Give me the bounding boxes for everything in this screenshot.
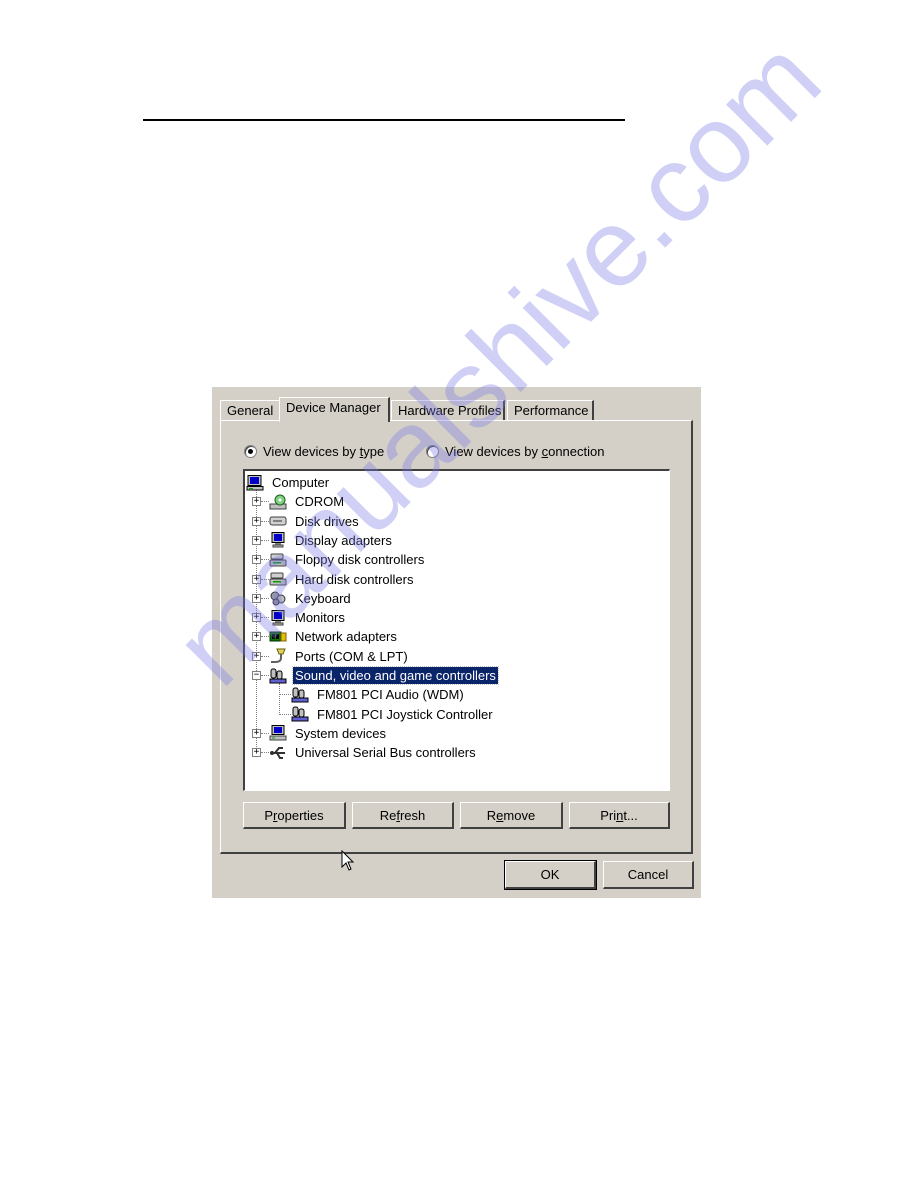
network-adapter-icon — [269, 631, 287, 642]
hard-disk-controller-icon — [269, 572, 287, 586]
tree-category-item[interactable]: Disk drives — [269, 512, 361, 531]
monitor-icon — [271, 609, 285, 626]
expand-toggle[interactable]: + — [252, 613, 261, 623]
tree-connector — [279, 683, 280, 713]
radio-view-by-type-label: View devices by type — [263, 444, 385, 459]
expand-toggle[interactable]: + — [252, 516, 261, 526]
cdrom-icon — [269, 494, 287, 510]
tree-category-item[interactable]: Network adapters — [269, 627, 399, 646]
ok-button[interactable]: OK — [504, 860, 597, 890]
device-manager-panel: View devices by type View devices by con… — [220, 420, 693, 854]
tree-category-item[interactable]: Monitors — [269, 608, 347, 627]
tree-node-label: Keyboard — [295, 590, 351, 606]
tree-node-label: Computer — [272, 475, 330, 490]
expand-toggle[interactable]: + — [252, 593, 261, 603]
properties-button[interactable]: Pr operties — [243, 802, 346, 829]
tree-category-item[interactable]: Hard disk controllers — [269, 570, 416, 589]
tree-category-item[interactable]: Floppy disk controllers — [269, 550, 426, 569]
sound-controller-icon — [269, 668, 287, 683]
expand-toggle[interactable]: + — [252, 555, 261, 565]
system-devices-icon — [269, 725, 287, 741]
tree-connector — [261, 578, 269, 580]
radio-view-by-connection[interactable]: View devices by connection — [426, 444, 604, 459]
refresh-button[interactable]: Re f resh — [352, 802, 454, 829]
tree-node-label: FM801 PCI Audio (WDM) — [317, 687, 464, 703]
tree-category-item[interactable]: System devices — [269, 724, 388, 743]
tree-device-item[interactable]: FM801 PCI Audio (WDM) — [291, 685, 466, 704]
disk-drive-icon — [269, 516, 287, 526]
expand-toggle[interactable]: + — [252, 748, 261, 758]
tree-category-item[interactable]: CDROM — [269, 492, 346, 511]
expand-toggle[interactable]: + — [252, 574, 261, 584]
tree-connector — [261, 501, 269, 503]
display-adapter-icon — [271, 532, 285, 548]
collapse-toggle[interactable]: − — [252, 671, 261, 680]
page-header-rule — [143, 119, 625, 121]
tree-node-label: Ports (COM & LPT) — [295, 648, 408, 664]
tree-node-label: Hard disk controllers — [295, 571, 414, 587]
keyboard-icon — [270, 591, 286, 606]
tree-node-label: CDROM — [295, 494, 345, 510]
tree-connector — [279, 713, 291, 715]
radio-view-by-type[interactable]: View devices by type — [244, 444, 384, 459]
sound-controller-icon — [291, 706, 309, 722]
print-button[interactable]: Pri n t... — [569, 802, 670, 829]
tree-connector — [261, 520, 269, 522]
tree-connector — [261, 752, 269, 754]
tab-performance[interactable]: Performance — [507, 400, 594, 420]
expand-toggle[interactable]: + — [252, 632, 261, 642]
port-icon — [271, 648, 286, 664]
expand-toggle[interactable]: + — [252, 535, 261, 545]
tree-node-label: Display adapters — [295, 532, 392, 548]
tree-category-item[interactable]: Display adapters — [269, 531, 394, 550]
tree-node-label: Network adapters — [295, 629, 397, 645]
radio-view-by-connection-label: View devices by connection — [445, 444, 605, 459]
tab-general[interactable]: General — [220, 400, 281, 420]
radio-unchecked-indicator[interactable] — [426, 445, 439, 458]
tree-connector — [261, 655, 269, 657]
tree-node-label: Universal Serial Bus controllers — [295, 745, 476, 761]
tree-node-label: FM801 PCI Joystick Controller — [317, 706, 493, 722]
tree-node-label: Disk drives — [295, 513, 359, 529]
tree-connector — [261, 675, 269, 676]
tree-connector — [261, 617, 269, 619]
tree-device-item[interactable]: FM801 PCI Joystick Controller — [291, 705, 495, 724]
tree-root-computer[interactable]: Computer — [246, 473, 331, 492]
expand-toggle[interactable]: + — [252, 651, 261, 661]
tab-hardware-profiles[interactable]: Hardware Profiles — [391, 400, 505, 420]
computer-icon — [246, 474, 264, 490]
tree-connector — [279, 694, 291, 696]
sound-controller-icon — [291, 687, 309, 703]
floppy-controller-icon — [269, 553, 287, 567]
device-tree[interactable]: Computer + CDROM + Disk drives + Display adap… — [243, 469, 670, 791]
tree-connector — [261, 559, 269, 561]
tree-node-label: Monitors — [295, 610, 345, 626]
tree-node-label: System devices — [295, 725, 387, 741]
usb-icon — [270, 746, 285, 759]
expand-toggle[interactable]: + — [252, 497, 261, 507]
remove-button[interactable]: Re move — [460, 802, 563, 829]
tree-category-item[interactable]: Ports (COM & LPT) — [269, 647, 410, 666]
tree-category-item[interactable]: Universal Serial Bus controllers — [269, 743, 478, 762]
radio-checked-indicator[interactable] — [244, 445, 257, 458]
tree-connector — [261, 539, 269, 541]
mouse-pointer-icon — [341, 850, 355, 871]
tab-device-manager[interactable]: Device Manager — [279, 397, 390, 422]
cancel-button[interactable]: Cancel — [603, 861, 694, 889]
tree-connector — [261, 597, 269, 599]
tree-node-label: Floppy disk controllers — [295, 552, 425, 568]
expand-toggle[interactable]: + — [252, 728, 261, 738]
tree-connector — [261, 732, 269, 734]
tree-category-item[interactable]: Sound, video and game controllers — [269, 666, 499, 685]
tree-node-label: Sound, video and game controllers — [292, 666, 499, 685]
device-manager-dialog: General Device Manager Hardware Profiles… — [212, 387, 701, 898]
tree-category-item[interactable]: Keyboard — [269, 589, 353, 608]
tree-connector — [261, 636, 269, 638]
